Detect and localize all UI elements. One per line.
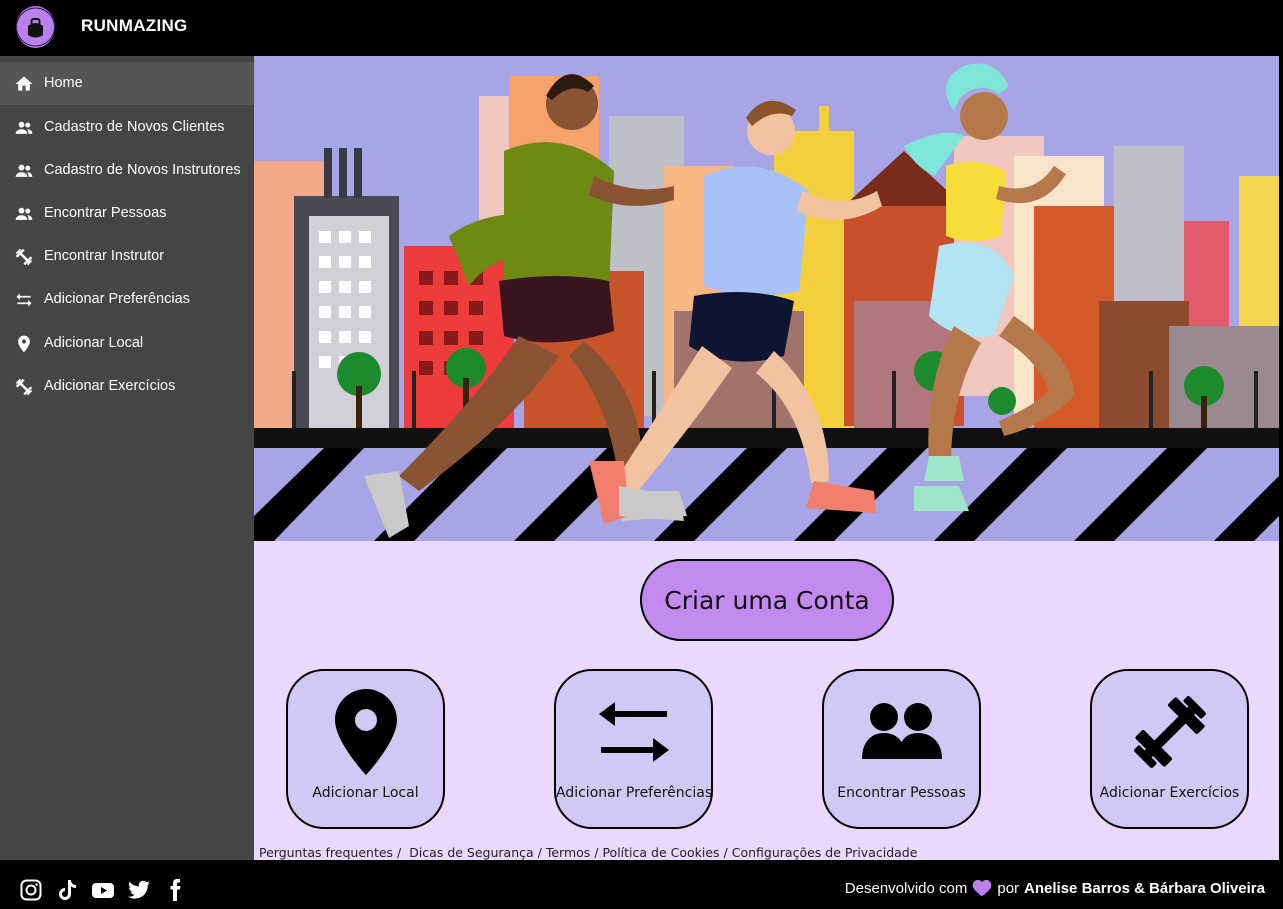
tiktok-icon[interactable] xyxy=(55,878,79,902)
sidebar-item-encontrar-instrutor[interactable]: Encontrar Instrutor xyxy=(0,235,254,278)
card-label: Adicionar Preferências xyxy=(556,785,713,801)
main-content: Criar uma Conta Adicionar Local Adiciona… xyxy=(254,56,1279,860)
footer-links: Perguntas frequentes / Dicas de Seguranç… xyxy=(259,845,918,860)
people-icon xyxy=(15,121,33,134)
app-title[interactable]: RUNMAZING xyxy=(81,16,188,36)
heart-icon xyxy=(973,879,992,897)
top-bar: RUNMAZING xyxy=(0,0,1283,56)
location-pin-icon xyxy=(334,689,397,775)
people-icon xyxy=(15,207,33,220)
people-icon xyxy=(15,164,33,177)
dumbbell-icon xyxy=(1133,696,1206,768)
bottom-bar: Desenvolvido com por Anelise Barros & Bá… xyxy=(0,860,1283,909)
swap-arrows-icon xyxy=(16,293,32,307)
link-configuracoes-privacidade[interactable]: Configurações de Privacidade xyxy=(732,845,918,860)
sidebar-item-encontrar-pessoas[interactable]: Encontrar Pessoas xyxy=(0,192,254,235)
card-encontrar-pessoas[interactable]: Encontrar Pessoas xyxy=(822,669,981,829)
facebook-icon[interactable] xyxy=(163,878,187,902)
credits-prefix: Desenvolvido com xyxy=(844,879,968,897)
youtube-icon[interactable] xyxy=(91,878,115,902)
link-perguntas-frequentes[interactable]: Perguntas frequentes xyxy=(259,845,393,860)
credits-names: Anelise Barros & Bárbara Oliveira xyxy=(1024,879,1265,897)
dumbbell-icon xyxy=(15,248,33,266)
sidebar-item-label: Cadastro de Novos Instrutores xyxy=(44,162,241,178)
link-dicas-seguranca[interactable]: Dicas de Segurança xyxy=(409,845,533,860)
twitter-icon[interactable] xyxy=(127,878,151,902)
card-adicionar-preferencias[interactable]: Adicionar Preferências xyxy=(554,669,713,829)
sidebar-item-cadastro-instrutores[interactable]: Cadastro de Novos Instrutores xyxy=(0,149,254,192)
create-account-button[interactable]: Criar uma Conta xyxy=(640,559,894,641)
card-adicionar-exercicios[interactable]: Adicionar Exercícios xyxy=(1090,669,1249,829)
sidebar-item-adicionar-exercicios[interactable]: Adicionar Exercícios xyxy=(0,365,254,408)
card-label: Adicionar Local xyxy=(312,785,419,801)
sidebar-item-label: Cadastro de Novos Clientes xyxy=(44,119,225,135)
sidebar: Home Cadastro de Novos Clientes Cadastro… xyxy=(0,56,254,860)
sidebar-item-adicionar-preferencias[interactable]: Adicionar Preferências xyxy=(0,278,254,321)
credits: Desenvolvido com por Anelise Barros & Bá… xyxy=(845,879,1265,897)
right-border xyxy=(1279,56,1283,860)
sidebar-item-label: Encontrar Pessoas xyxy=(44,205,167,221)
card-adicionar-local[interactable]: Adicionar Local xyxy=(286,669,445,829)
sidebar-item-label: Home xyxy=(44,75,83,91)
card-label: Encontrar Pessoas xyxy=(837,785,966,801)
sidebar-item-label: Adicionar Exercícios xyxy=(44,378,176,394)
sidebar-item-home[interactable]: Home xyxy=(0,62,254,105)
sidebar-item-cadastro-clientes[interactable]: Cadastro de Novos Clientes xyxy=(0,106,254,149)
swap-arrows-icon xyxy=(598,702,669,762)
sidebar-item-label: Encontrar Instrutor xyxy=(44,248,165,264)
sidebar-item-adicionar-local[interactable]: Adicionar Local xyxy=(0,322,254,365)
credits-by: por xyxy=(997,879,1020,897)
location-pin-icon xyxy=(18,335,30,353)
home-icon xyxy=(15,76,33,91)
sidebar-item-label: Adicionar Preferências xyxy=(44,291,190,307)
instagram-icon[interactable] xyxy=(19,878,43,902)
card-label: Adicionar Exercícios xyxy=(1099,785,1240,801)
link-politica-cookies[interactable]: Política de Cookies xyxy=(602,845,719,860)
app-logo[interactable] xyxy=(16,6,55,48)
sidebar-item-label: Adicionar Local xyxy=(44,335,144,351)
hero-illustration xyxy=(254,56,1279,541)
link-termos[interactable]: Termos xyxy=(546,845,590,860)
dumbbell-icon xyxy=(15,378,33,396)
people-icon xyxy=(861,703,942,759)
